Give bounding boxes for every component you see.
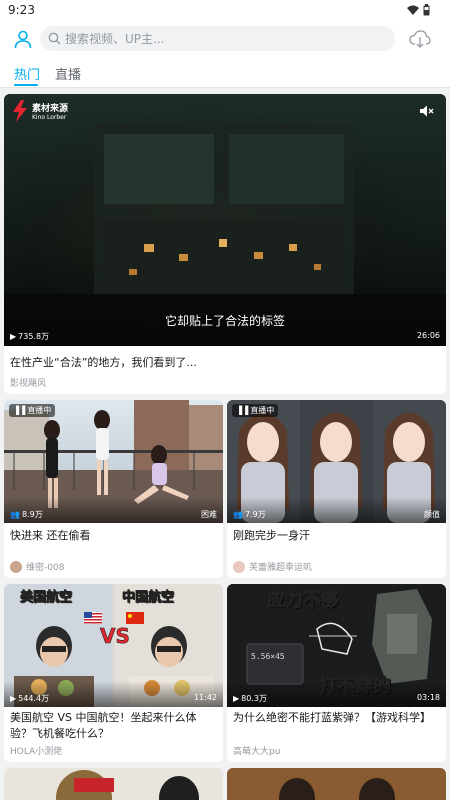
ammo-box-label: 5.56×45 [251, 652, 285, 661]
video-card[interactable]: 应力不够 打不穿的 5.56×45 ▶80.3万 03:18 为什么绝密不能打蓝… [227, 584, 446, 762]
viewer-count: 👥 8.9万 [10, 510, 43, 519]
profile-button[interactable] [10, 26, 36, 52]
featured-video-card[interactable]: 素材来源 Kino Lorber 它却贴上了合法的标签 ▶ 735.8万 26:0… [4, 94, 446, 394]
viewer-count: 👥 7.9万 [233, 510, 266, 519]
partial-thumbnail [227, 768, 446, 800]
mute-button[interactable] [420, 102, 434, 121]
video-title: 在性产业“合法”的地方，我们看到了... [10, 356, 197, 369]
live-thumbnail: ▐▐ 直播中 👥 7.9万 颜值 [227, 400, 446, 523]
card-title: 刚跑完步一身汗 [233, 529, 310, 542]
featured-thumbnail: 素材来源 Kino Lorber 它却贴上了合法的标签 ▶ 735.8万 26:0… [4, 94, 446, 346]
video-card-partial[interactable] [227, 768, 446, 800]
live-icon: ▐▐ [236, 406, 249, 415]
author-name: 芙蕾雅超幸运叽 [249, 563, 313, 573]
status-icons [407, 4, 430, 16]
logo-title: 素材来源 [32, 104, 69, 114]
thumb-text-right: 中国航空 [122, 590, 175, 606]
thumb-text-top: 应力不够 [267, 590, 340, 612]
wifi-icon [407, 5, 419, 15]
partial-thumbnail [56, 770, 199, 800]
view-count: ▶ 80.3万 [233, 694, 267, 703]
search-icon [48, 32, 61, 45]
tab-live[interactable]: 直播 [55, 64, 81, 83]
category-tag: 颜值 [424, 510, 440, 519]
duration-label: 11:42 [193, 693, 217, 702]
feed[interactable]: 素材来源 Kino Lorber 它却贴上了合法的标签 ▶ 735.8万 26:0… [0, 88, 450, 800]
video-card-partial[interactable] [4, 768, 223, 800]
video-subtitle: 它却贴上了合法的标签 [164, 314, 285, 328]
people-icon: 👥 [233, 510, 243, 519]
tab-indicator [14, 84, 38, 86]
duration-label: 03:18 [416, 693, 440, 702]
play-icon: ▶ [10, 694, 17, 703]
vs-text: VS [100, 624, 130, 649]
live-thumbnail: ▐▐ 直播中 👥 8.9万 困难 [4, 400, 223, 523]
tab-hot[interactable]: 热门 [14, 64, 40, 83]
author-name[interactable]: 高萌大大pu [233, 744, 280, 757]
card-title: 为什么绝密不能打蓝紫弹？【游戏科学】 [233, 711, 431, 724]
search-input[interactable] [65, 31, 365, 46]
user-icon [14, 30, 32, 49]
logo-mark-icon [13, 100, 27, 122]
status-time: 9:23 [8, 3, 35, 17]
avatar [10, 560, 22, 573]
featured-scene [4, 94, 446, 346]
author-row[interactable]: 芙蕾雅超幸运叽 [233, 560, 312, 573]
view-count: ▶ 735.8万 [10, 332, 50, 341]
video-card[interactable]: 美国航空 中国航空 VS ▶ 544.4万 11:42 美国航空 VS 中国航空！… [4, 584, 223, 762]
app-bar [0, 22, 450, 56]
card-title: 美国航空 VS 中国航空！坐起来什么体验？飞机餐吃什么？ [10, 711, 197, 740]
live-badge: ▐▐ 直播中 [232, 404, 279, 417]
download-button[interactable] [407, 26, 433, 52]
mute-icon [420, 105, 434, 117]
live-badge: ▐▐ 直播中 [9, 404, 56, 417]
play-icon: ▶ [233, 694, 240, 703]
author-name[interactable]: HOLA小测佬 [10, 744, 62, 757]
video-thumbnail: 美国航空 中国航空 VS ▶ 544.4万 11:42 [4, 584, 223, 707]
category-tag: 困难 [201, 510, 217, 519]
video-thumbnail: 应力不够 打不穿的 5.56×45 ▶80.3万 03:18 [227, 584, 446, 707]
card-title: 快进来 还在偷看 [10, 529, 91, 542]
search-bar[interactable] [40, 26, 395, 51]
cloud-download-icon [409, 30, 431, 48]
duration-label: 26:06 [416, 331, 440, 340]
people-icon: 👥 [10, 510, 20, 519]
author-name[interactable]: 影视飓风 [10, 376, 46, 389]
author-name: 维密-008 [26, 563, 65, 573]
live-card[interactable]: ▐▐ 直播中 👥 7.9万 颜值 刚跑完步一身汗 芙蕾雅超幸运叽 [227, 400, 446, 578]
view-count: ▶ 544.4万 [10, 694, 50, 703]
live-card[interactable]: ▐▐ 直播中 👥 8.9万 困难 快进来 还在偷看 维密-008 [4, 400, 223, 578]
thumb-text-left: 美国航空 [20, 590, 73, 606]
author-row[interactable]: 维密-008 [10, 560, 64, 573]
status-bar: 9:23 [0, 0, 450, 22]
logo-subtitle: Kino Lorber [32, 114, 67, 121]
play-icon: ▶ [10, 332, 17, 341]
live-icon: ▐▐ [13, 406, 26, 415]
avatar [233, 560, 245, 573]
tab-bar: 热门 直播 [0, 56, 450, 88]
source-logo: 素材来源 Kino Lorber [12, 100, 68, 122]
battery-icon [423, 4, 430, 16]
